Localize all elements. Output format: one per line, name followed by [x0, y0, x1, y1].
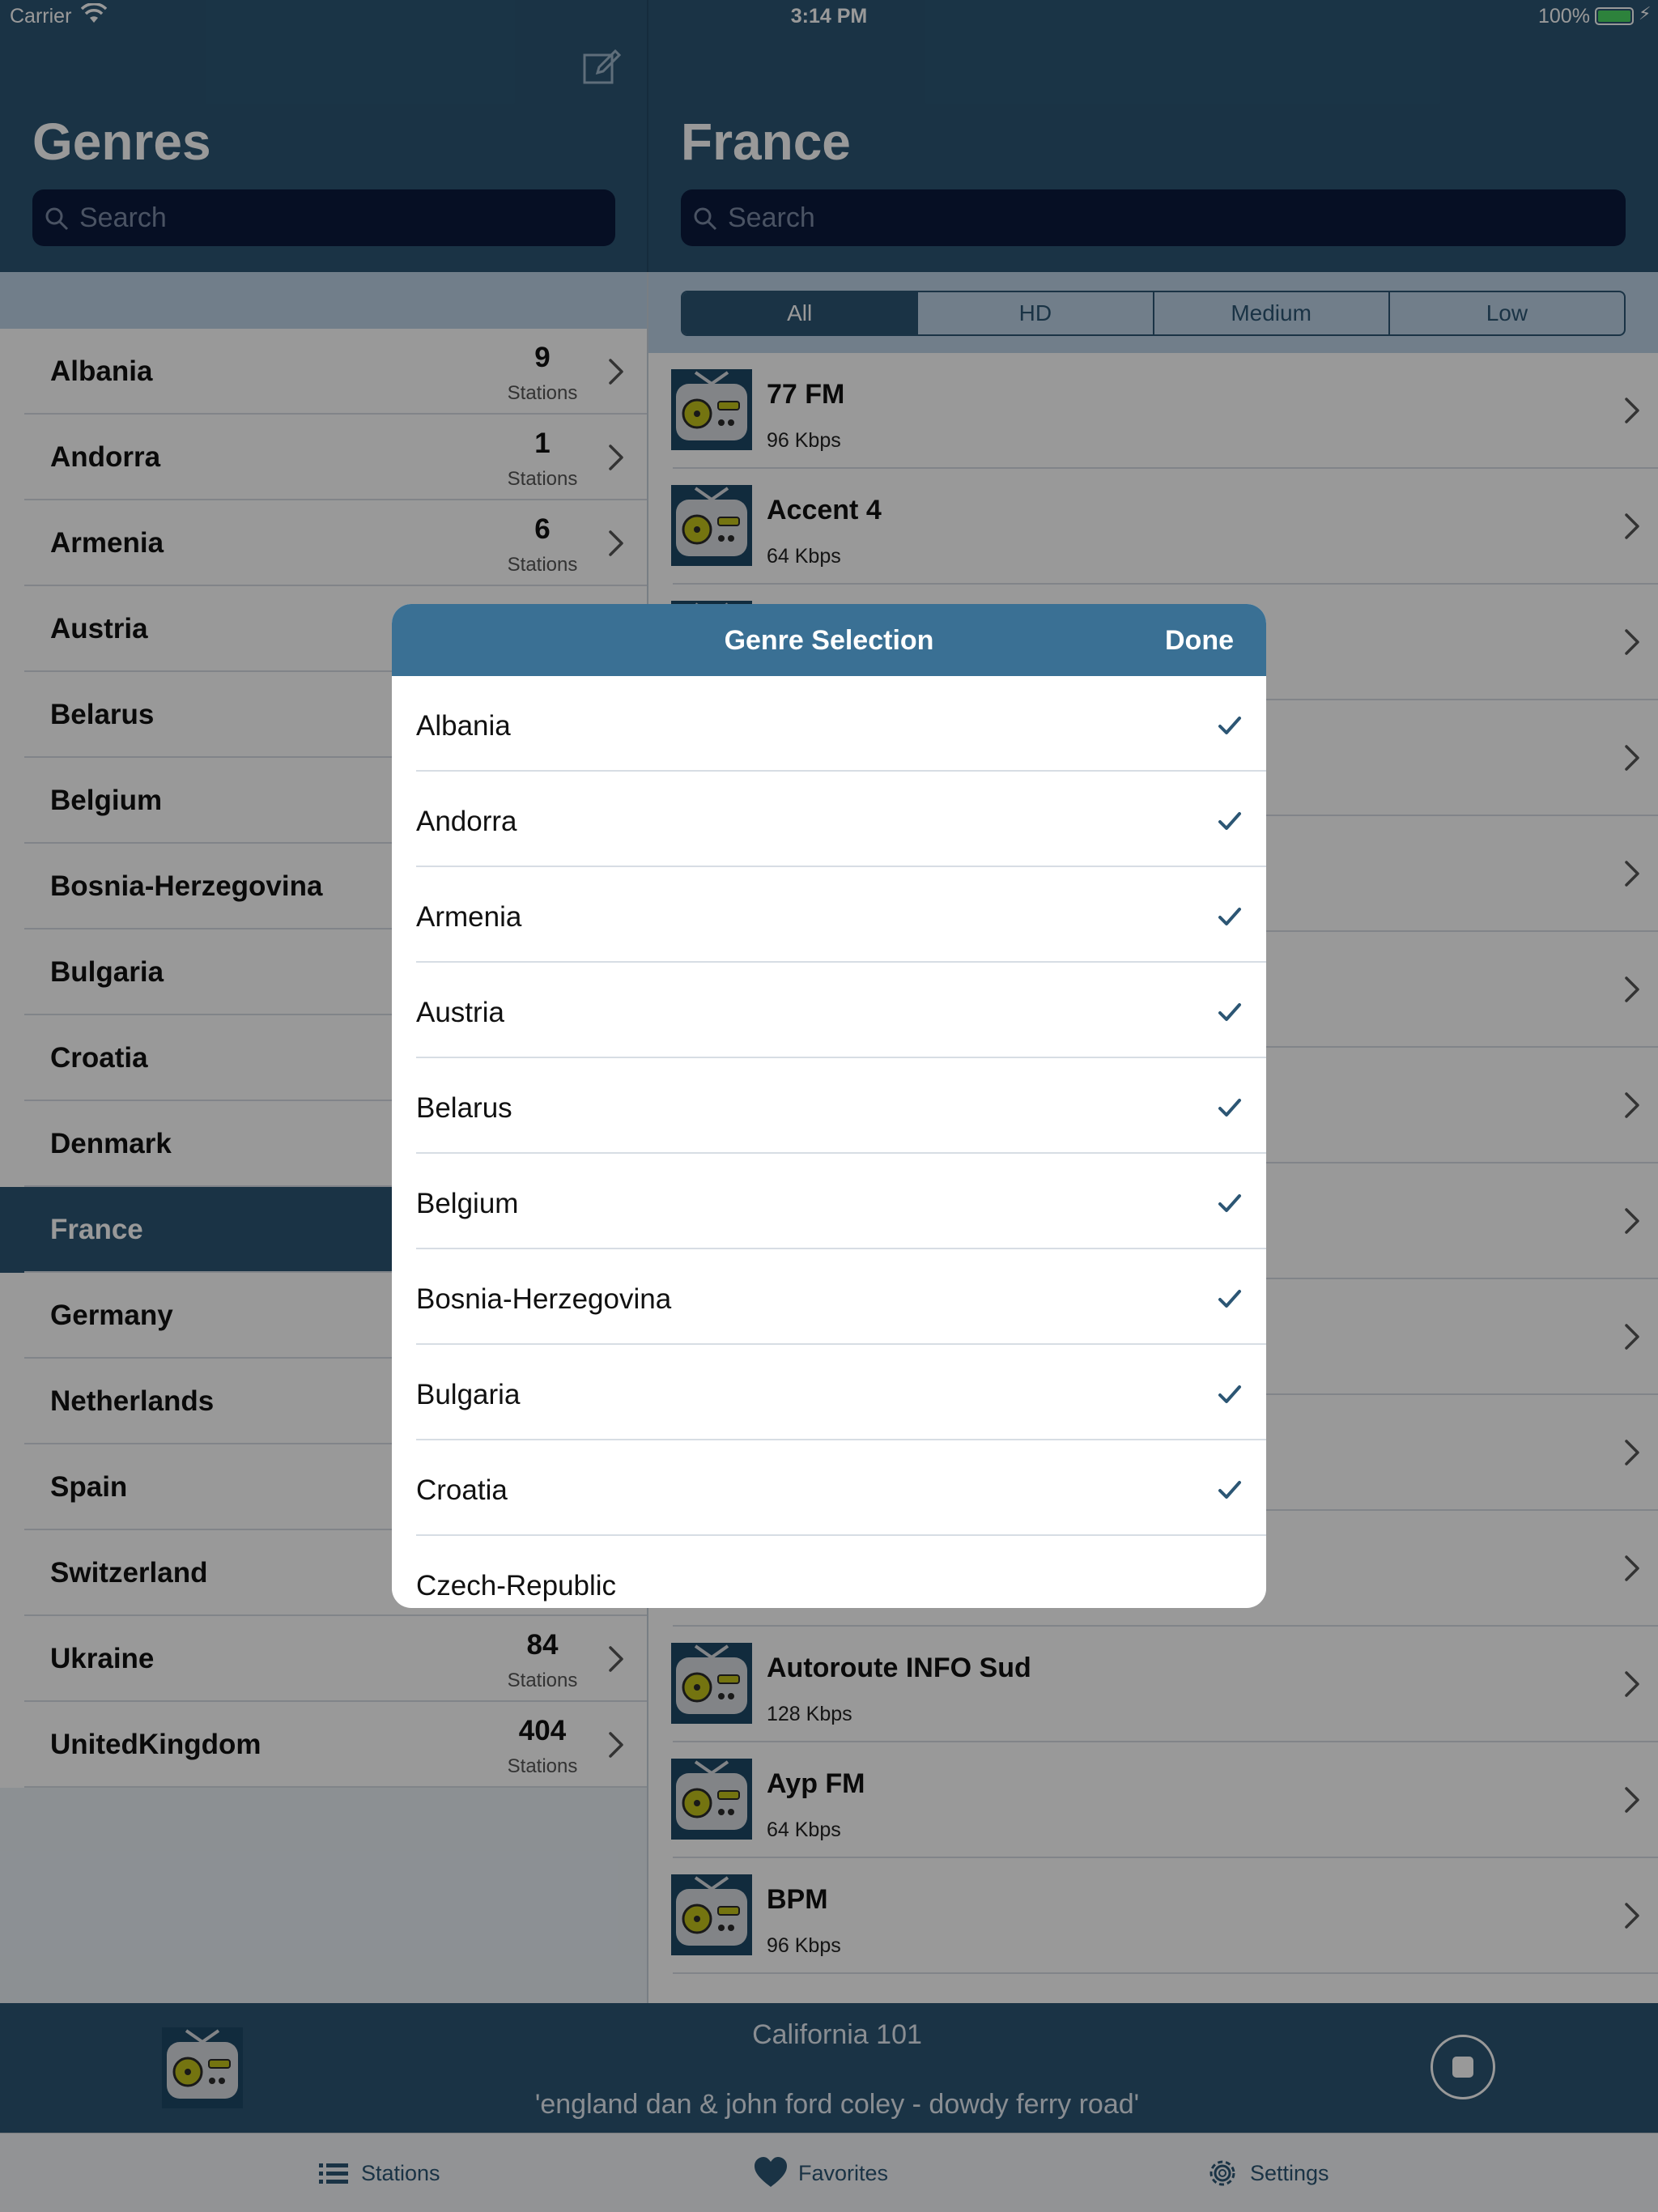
checkmark-icon [1218, 1099, 1241, 1117]
genre-check-label: Bulgaria [416, 1379, 521, 1410]
genre-check-label: Albania [416, 710, 511, 742]
checkmark-icon [1218, 1385, 1241, 1403]
genre-check-label: Armenia [416, 901, 522, 933]
genre-check-row[interactable]: Andorra [392, 772, 1266, 867]
genre-check-label: Croatia [416, 1474, 508, 1506]
checkmark-icon [1218, 812, 1241, 830]
genre-check-label: Belarus [416, 1092, 512, 1124]
genre-check-label: Andorra [416, 806, 517, 837]
genre-selection-dialog: Genre Selection Done Albania Andorra Arm… [392, 604, 1266, 1608]
genre-check-row[interactable]: Austria [392, 963, 1266, 1058]
genre-check-row[interactable]: Belgium [392, 1154, 1266, 1249]
genre-check-label: Bosnia-Herzegovina [416, 1283, 672, 1315]
genre-check-row[interactable]: Croatia [392, 1440, 1266, 1536]
genre-check-row[interactable]: Armenia [392, 867, 1266, 963]
checkmark-icon [1218, 1290, 1241, 1308]
genre-check-label: Belgium [416, 1188, 519, 1219]
genre-check-row[interactable]: Albania [392, 676, 1266, 772]
genre-check-label: Austria [416, 997, 504, 1028]
genre-checklist: Albania Andorra Armenia Austria Belarus … [392, 676, 1266, 1608]
dialog-header: Genre Selection Done [392, 604, 1266, 676]
genre-check-row[interactable]: Bulgaria [392, 1345, 1266, 1440]
checkmark-icon [1218, 1481, 1241, 1499]
dialog-title: Genre Selection [724, 625, 934, 656]
genre-check-row[interactable]: Belarus [392, 1058, 1266, 1154]
genre-check-row[interactable]: Czech-Republic [392, 1536, 1266, 1608]
genre-check-row[interactable]: Bosnia-Herzegovina [392, 1249, 1266, 1345]
checkmark-icon [1218, 1194, 1241, 1212]
done-button[interactable]: Done [1165, 625, 1234, 657]
checkmark-icon [1218, 1003, 1241, 1021]
checkmark-icon [1218, 908, 1241, 925]
checkmark-icon [1218, 717, 1241, 734]
genre-check-label: Czech-Republic [416, 1570, 617, 1602]
